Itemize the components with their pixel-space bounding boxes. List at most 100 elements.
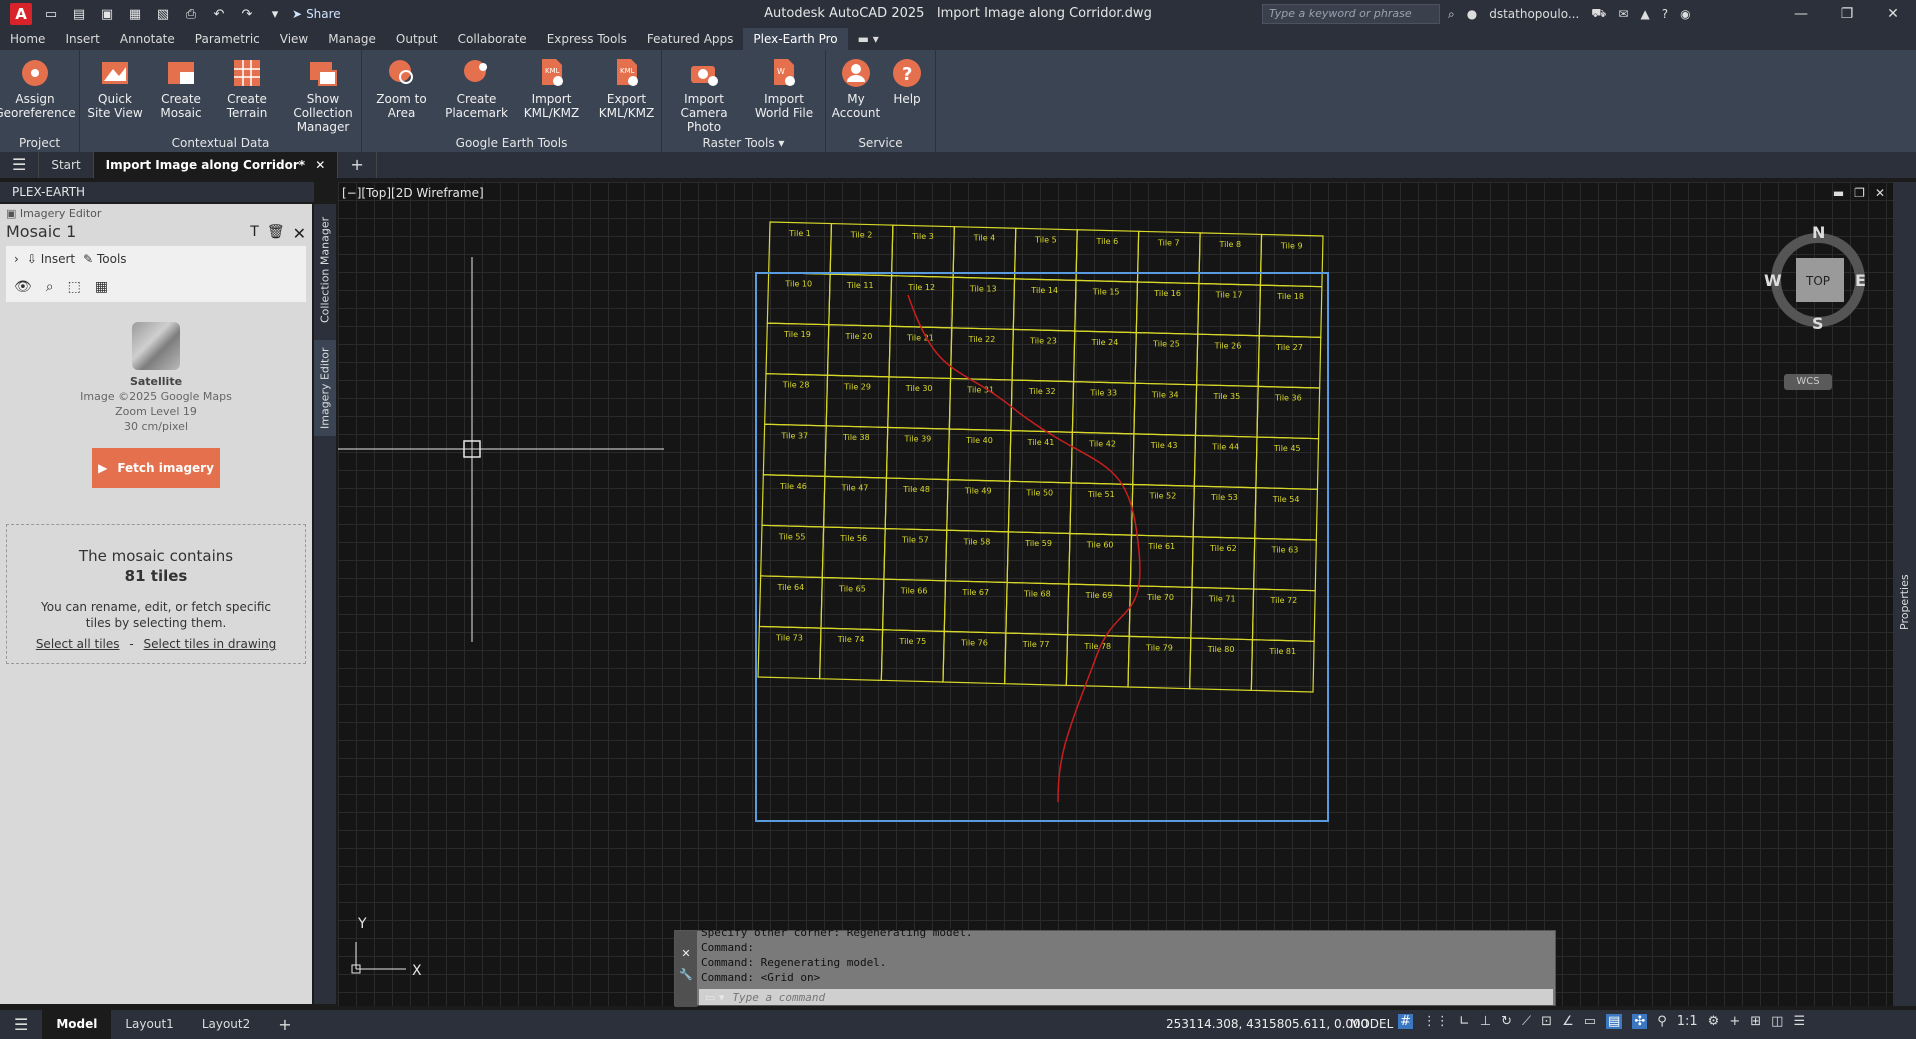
select-tiles-in-drawing-link[interactable]: Select tiles in drawing xyxy=(144,637,277,651)
customize-status-icon[interactable]: ☰ xyxy=(1793,1014,1805,1029)
vtab-properties[interactable]: Properties xyxy=(1893,562,1916,642)
help-icon[interactable]: ? xyxy=(1662,7,1668,21)
add-layout-icon[interactable]: + xyxy=(264,1010,305,1039)
tab-express-tools[interactable]: Express Tools xyxy=(537,28,637,50)
vtab-collection-manager[interactable]: Collection Manager xyxy=(314,212,336,328)
new-tab-icon[interactable]: + xyxy=(338,152,377,178)
ortho-toggle-icon[interactable]: ⊥ xyxy=(1480,1014,1491,1029)
isolate-objects-icon[interactable]: ◫ xyxy=(1771,1014,1783,1029)
autodesk-app-icon[interactable]: ▲ xyxy=(1640,7,1649,21)
drawing-canvas[interactable]: Tile 1 Tile 2 Tile 3 Tile 4 Tile 5 Tile 6 Tile… xyxy=(338,182,1893,1006)
mosaic-name[interactable]: Mosaic 1 xyxy=(6,222,76,241)
eye-icon[interactable]: 👁 xyxy=(14,279,32,295)
select-all-tiles-link[interactable]: Select all tiles xyxy=(36,637,120,651)
tab-plex-earth-pro[interactable]: Plex-Earth Pro xyxy=(743,28,848,50)
lineweight-icon[interactable]: ▭ xyxy=(1584,1014,1596,1029)
satellite-thumbnail[interactable] xyxy=(132,322,180,370)
tab-insert[interactable]: Insert xyxy=(55,28,109,50)
open-folder-icon[interactable]: ▤ xyxy=(70,5,88,23)
selection-cycling-icon[interactable]: ✣ xyxy=(1632,1014,1648,1029)
compass-west[interactable]: W xyxy=(1764,271,1782,290)
tab-annotate[interactable]: Annotate xyxy=(110,28,185,50)
workspace-gear-icon[interactable]: ⚙ xyxy=(1708,1014,1720,1029)
model-space-toggle[interactable]: MODEL xyxy=(1350,1010,1393,1039)
vp-close-icon[interactable]: ✕ xyxy=(1875,186,1885,200)
vp-restore-icon[interactable]: ❐ xyxy=(1854,186,1865,200)
drawing-viewport[interactable]: Tile 1 Tile 2 Tile 3 Tile 4 Tile 5 Tile 6 Tile… xyxy=(338,182,1893,1006)
command-input[interactable] xyxy=(732,990,1493,1004)
units-icon[interactable]: ⊞ xyxy=(1750,1014,1761,1029)
search-icon[interactable]: ⌕ xyxy=(1448,7,1455,22)
publish-icon[interactable]: ▧ xyxy=(154,5,172,23)
help-search-input[interactable]: Type a keyword or phrase xyxy=(1262,4,1440,24)
user-name[interactable]: dstathopoulo... xyxy=(1489,7,1579,21)
save-icon[interactable]: ▣ xyxy=(98,5,116,23)
delete-icon[interactable]: 🗑 xyxy=(267,224,285,243)
viewcube-top-label[interactable]: TOP xyxy=(1805,274,1830,288)
fetch-imagery-button[interactable]: ▶ Fetch imagery xyxy=(92,448,220,488)
restore-icon[interactable]: ❐ xyxy=(1824,0,1870,28)
grid-icon[interactable]: ▦ xyxy=(95,279,108,295)
redo-icon[interactable]: ↷ xyxy=(238,5,256,23)
cursor-coordinates[interactable]: 253114.308, 4315805.611, 0.000 xyxy=(1166,1010,1368,1039)
zoom-icon[interactable]: ⌕ xyxy=(46,279,54,295)
save-as-icon[interactable]: ▦ xyxy=(126,5,144,23)
tab-manage[interactable]: Manage xyxy=(318,28,386,50)
close-editor-icon[interactable]: ✕ xyxy=(293,224,306,243)
exchange-icon[interactable]: ✉ xyxy=(1618,7,1628,21)
autocad-logo[interactable]: A xyxy=(10,3,32,25)
grid-toggle-icon[interactable]: # xyxy=(1398,1014,1413,1029)
compass-north[interactable]: N xyxy=(1812,223,1825,242)
tab-ribbon-toggle[interactable]: ▬ ▾ xyxy=(848,28,889,50)
viewport-controls-label[interactable]: [−][Top][2D Wireframe] xyxy=(342,186,484,200)
close-window-icon[interactable]: ✕ xyxy=(1870,0,1916,28)
cart-icon[interactable]: ⛟ xyxy=(1591,6,1606,22)
viewcube[interactable]: TOP N S E W xyxy=(1748,222,1868,332)
minimize-icon[interactable]: — xyxy=(1778,0,1824,28)
command-settings-icon[interactable]: 🔧 xyxy=(679,968,693,981)
tab-start[interactable]: Start xyxy=(39,152,94,178)
expand-chevron-icon[interactable]: › xyxy=(14,252,19,266)
compass-east[interactable]: E xyxy=(1855,271,1866,290)
add-icon[interactable]: + xyxy=(1729,1014,1740,1029)
share-button[interactable]: ➤ Share xyxy=(292,7,341,21)
print-icon[interactable]: ⎙ xyxy=(182,5,200,23)
wcs-menu[interactable]: WCS xyxy=(1784,374,1832,390)
user-icon[interactable]: ● xyxy=(1467,7,1477,21)
app-menu-icon[interactable]: ☰ xyxy=(0,152,40,178)
rename-text-icon[interactable]: T xyxy=(250,224,259,243)
object-snap-icon[interactable]: ⊡ xyxy=(1541,1014,1552,1029)
tab-active-drawing[interactable]: Import Image along Corridor* ✕ xyxy=(93,152,339,178)
annotation-visibility-icon[interactable]: ⚲ xyxy=(1657,1014,1667,1029)
isodraft-icon[interactable]: ⟋ xyxy=(1522,1014,1531,1029)
tab-layout1[interactable]: Layout1 xyxy=(111,1010,187,1039)
tab-collaborate[interactable]: Collaborate xyxy=(448,28,537,50)
transparency-icon[interactable]: ▤ xyxy=(1606,1014,1623,1029)
tab-layout2[interactable]: Layout2 xyxy=(188,1010,264,1039)
annotation-scale[interactable]: 1:1 xyxy=(1677,1014,1698,1029)
vtab-imagery-editor[interactable]: Imagery Editor xyxy=(314,340,336,436)
infer-constraints-icon[interactable]: ∟ xyxy=(1459,1014,1470,1029)
tools-menu[interactable]: ✎ Tools xyxy=(83,252,126,266)
undo-icon[interactable]: ↶ xyxy=(210,5,228,23)
tab-home[interactable]: Home xyxy=(0,28,55,50)
layout-menu-icon[interactable]: ☰ xyxy=(0,1010,42,1039)
vp-minimize-icon[interactable]: ▬ xyxy=(1833,186,1844,200)
select-area-icon[interactable]: ⬚ xyxy=(68,279,81,295)
insert-menu[interactable]: ⇩ Insert xyxy=(27,252,75,266)
tab-output[interactable]: Output xyxy=(386,28,448,50)
group-label-raster-tools[interactable]: Raster Tools ▾ xyxy=(662,136,825,150)
polar-tracking-icon[interactable]: ↻ xyxy=(1501,1014,1512,1029)
snap-toggle-icon[interactable]: ⋮⋮ xyxy=(1423,1014,1449,1029)
compass-south[interactable]: S xyxy=(1812,314,1824,332)
tab-model[interactable]: Model xyxy=(42,1010,112,1039)
object-snap-tracking-icon[interactable]: ∠ xyxy=(1562,1014,1574,1029)
tab-view[interactable]: View xyxy=(270,28,318,50)
close-tab-icon[interactable]: ✕ xyxy=(315,158,325,172)
tab-featured-apps[interactable]: Featured Apps xyxy=(637,28,743,50)
command-prompt-icon[interactable]: ▭ ▾ xyxy=(705,991,724,1004)
customize-dropdown-icon[interactable]: ▾ xyxy=(266,5,284,23)
new-file-icon[interactable]: ▭ xyxy=(42,5,60,23)
tab-parametric[interactable]: Parametric xyxy=(185,28,270,50)
feedback-icon[interactable]: ◉ xyxy=(1680,7,1690,21)
